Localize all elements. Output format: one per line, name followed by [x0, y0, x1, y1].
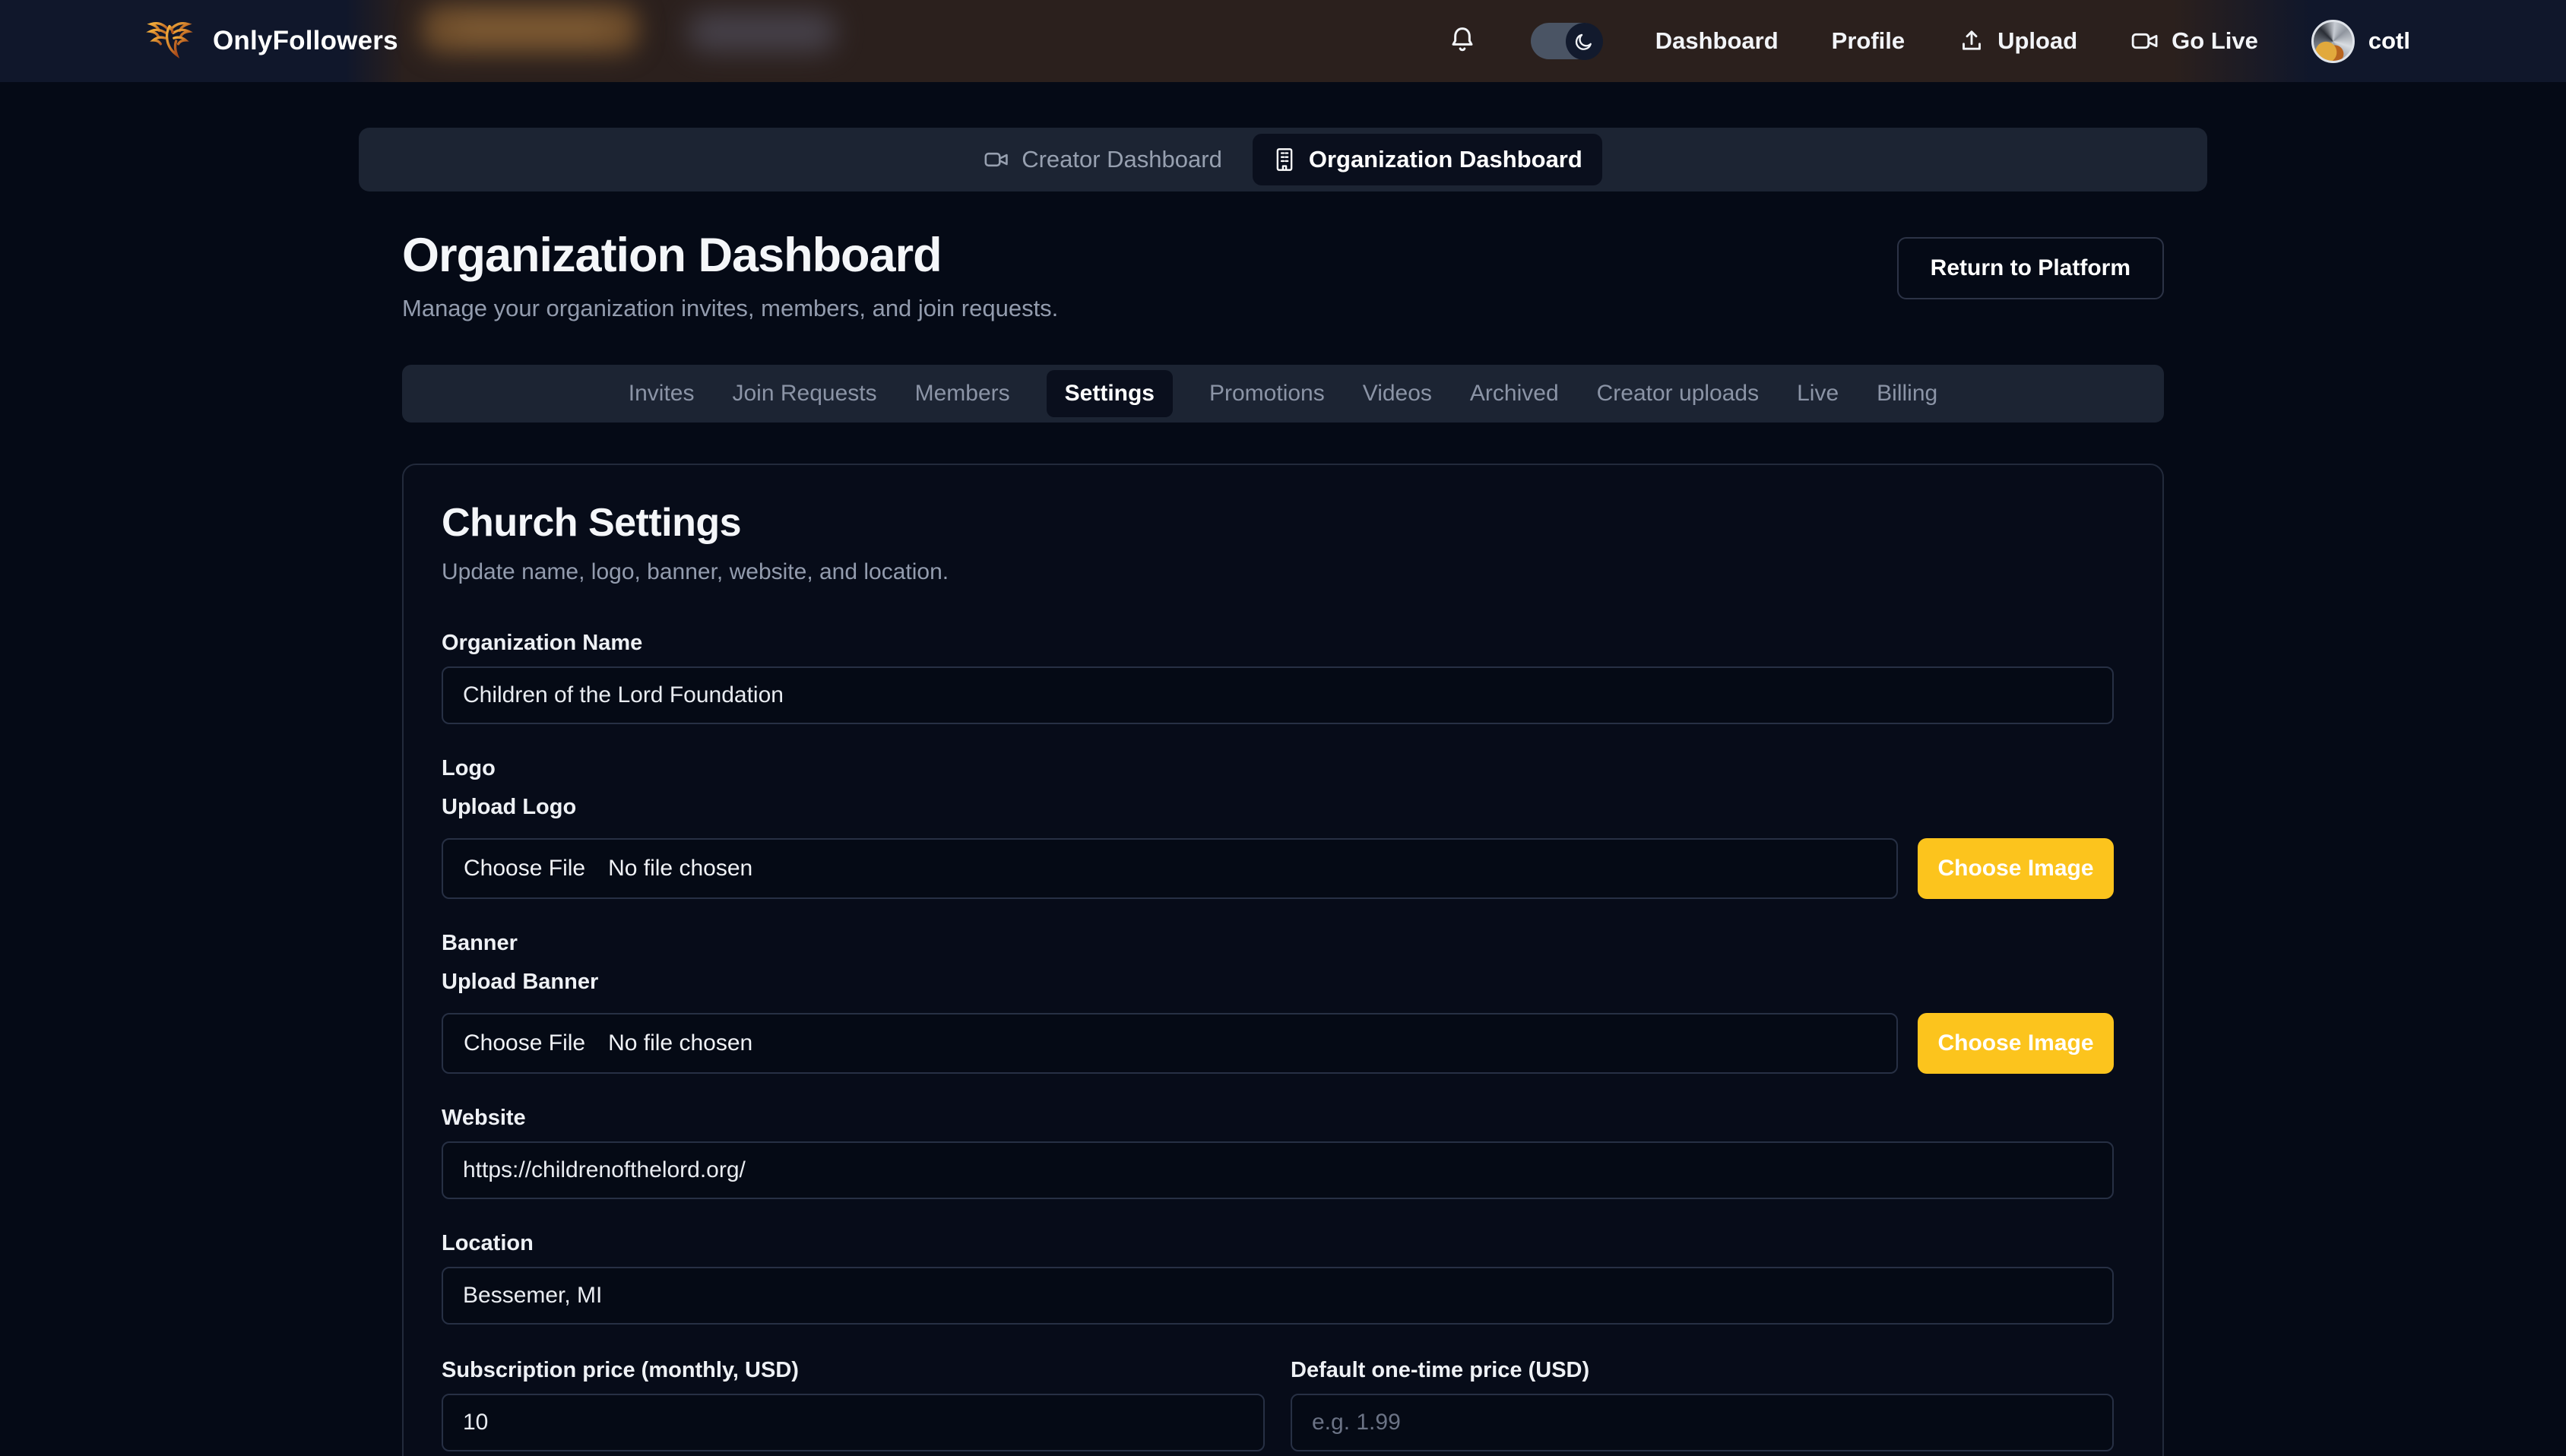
blurred-element — [422, 5, 638, 53]
user-menu[interactable]: cotl — [2311, 20, 2410, 63]
upload-logo-label: Upload Logo — [442, 795, 2114, 820]
organization-dashboard-switch[interactable]: Organization Dashboard — [1253, 134, 1602, 185]
nav-go-live-link[interactable]: Go Live — [2130, 27, 2258, 55]
organization-dashboard-label: Organization Dashboard — [1309, 146, 1582, 173]
subscription-price-label: Subscription price (monthly, USD) — [442, 1358, 1265, 1383]
tab-billing[interactable]: Billing — [1875, 370, 1939, 417]
banner-section-label: Banner — [442, 931, 2114, 956]
return-to-platform-button[interactable]: Return to Platform — [1897, 237, 2164, 299]
file-status-text: No file chosen — [608, 856, 752, 882]
username: cotl — [2368, 27, 2410, 55]
banner-choose-image-button[interactable]: Choose Image — [1918, 1013, 2114, 1074]
tab-join-requests[interactable]: Join Requests — [731, 370, 879, 417]
one-time-price-label: Default one-time price (USD) — [1291, 1358, 2114, 1383]
nav-go-live-label: Go Live — [2172, 27, 2258, 55]
upload-banner-label: Upload Banner — [442, 970, 2114, 995]
nav-dashboard-link[interactable]: Dashboard — [1655, 27, 1779, 55]
tab-archived[interactable]: Archived — [1468, 370, 1560, 417]
tab-live[interactable]: Live — [1795, 370, 1840, 417]
tab-settings[interactable]: Settings — [1047, 370, 1173, 417]
choose-file-button[interactable]: Choose File — [464, 856, 585, 882]
dashboard-view-switcher: Creator Dashboard Organization Dashboard — [359, 128, 2207, 191]
phoenix-logo-icon — [146, 19, 193, 63]
card-subtitle: Update name, logo, banner, website, and … — [442, 559, 2114, 585]
choose-file-button[interactable]: Choose File — [464, 1030, 585, 1056]
nav-upload-link[interactable]: Upload — [1958, 27, 2077, 55]
org-tabs-bar: Invites Join Requests Members Settings P… — [402, 365, 2164, 423]
tab-videos[interactable]: Videos — [1361, 370, 1433, 417]
avatar — [2311, 20, 2355, 63]
church-settings-card: Church Settings Update name, logo, banne… — [402, 464, 2164, 1456]
banner-file-input[interactable]: Choose File No file chosen — [442, 1013, 1898, 1074]
file-status-text: No file chosen — [608, 1030, 752, 1056]
card-title: Church Settings — [442, 500, 2114, 546]
website-label: Website — [442, 1106, 2114, 1131]
toggle-knob — [1566, 23, 1603, 60]
nav-profile-label: Profile — [1832, 27, 1905, 55]
logo-choose-image-button[interactable]: Choose Image — [1918, 838, 2114, 899]
one-time-price-input[interactable] — [1291, 1394, 2114, 1451]
video-camera-icon — [984, 148, 1009, 171]
upload-icon — [1958, 27, 1985, 55]
brand-name: OnlyFollowers — [213, 26, 398, 56]
notifications-bell-icon[interactable] — [1447, 24, 1478, 58]
video-camera-icon — [2130, 28, 2159, 54]
logo-section-label: Logo — [442, 756, 2114, 781]
tab-creator-uploads[interactable]: Creator uploads — [1595, 370, 1760, 417]
page-title: Organization Dashboard — [402, 228, 1058, 283]
tab-promotions[interactable]: Promotions — [1208, 370, 1326, 417]
nav-upload-label: Upload — [1997, 27, 2077, 55]
page-subtitle: Manage your organization invites, member… — [402, 295, 1058, 322]
nav-dashboard-label: Dashboard — [1655, 27, 1779, 55]
tab-members[interactable]: Members — [914, 370, 1012, 417]
creator-dashboard-label: Creator Dashboard — [1022, 146, 1222, 173]
location-input[interactable] — [442, 1267, 2114, 1325]
organization-name-label: Organization Name — [442, 631, 2114, 656]
location-label: Location — [442, 1231, 2114, 1256]
tab-invites[interactable]: Invites — [627, 370, 696, 417]
moon-icon — [1573, 31, 1595, 52]
blurred-element — [688, 12, 836, 52]
website-input[interactable] — [442, 1141, 2114, 1199]
building-icon — [1272, 147, 1297, 173]
page-header: Organization Dashboard Manage your organ… — [402, 228, 2164, 322]
subscription-price-input[interactable] — [442, 1394, 1265, 1451]
creator-dashboard-switch[interactable]: Creator Dashboard — [964, 134, 1242, 185]
dark-mode-toggle[interactable] — [1531, 23, 1602, 59]
logo-file-input[interactable]: Choose File No file chosen — [442, 838, 1898, 899]
organization-name-input[interactable] — [442, 666, 2114, 724]
nav-profile-link[interactable]: Profile — [1832, 27, 1905, 55]
top-navbar: OnlyFollowers Dashboard Profile — [0, 0, 2566, 82]
